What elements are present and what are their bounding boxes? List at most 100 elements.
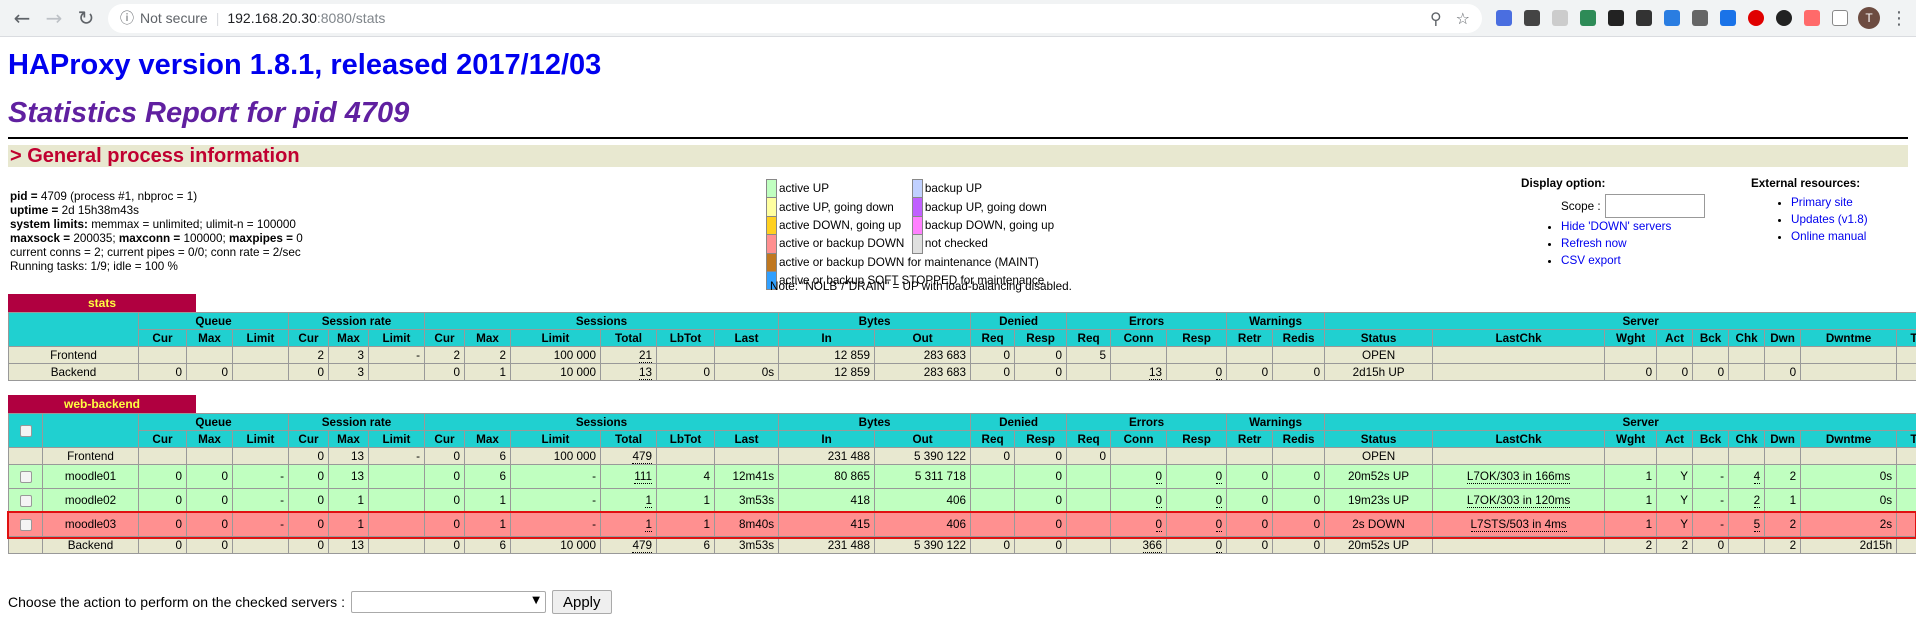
table-cell: 0	[1110, 512, 1168, 537]
proxy-row-name[interactable]: Frontend	[8, 346, 139, 364]
qr-icon[interactable]	[1608, 10, 1624, 26]
table-cell: 0	[1226, 536, 1274, 554]
primary-site-link[interactable]: Primary site	[1791, 196, 1853, 209]
table-cell: 10 000	[510, 536, 601, 554]
table-cell	[1066, 536, 1112, 554]
proxy-name-stats[interactable]: stats	[8, 294, 196, 312]
column-header: Max	[464, 430, 511, 448]
table-cell: 1	[328, 512, 369, 537]
menu-icon[interactable]: ⋮	[1890, 8, 1908, 29]
table-cell: 0	[1014, 488, 1068, 513]
table-cell: 0	[1692, 536, 1730, 554]
server-checkbox[interactable]	[19, 494, 32, 507]
hide-down-link[interactable]: Hide 'DOWN' servers	[1561, 220, 1671, 233]
column-header: Req	[970, 329, 1016, 347]
table-cell	[1166, 346, 1228, 364]
pid-label: pid =	[10, 190, 41, 203]
table-cell: 0	[186, 488, 233, 513]
reload-icon[interactable]: ↻	[72, 4, 100, 32]
table-cell: 0	[1014, 447, 1068, 465]
proxy-row-name[interactable]: Backend	[8, 363, 139, 381]
column-header: Wght	[1604, 329, 1658, 347]
proxy-row-name[interactable]: moodle03	[42, 512, 139, 537]
address-bar[interactable]: ⓘ Not secure | 192.168.20.30:8080/stats …	[108, 3, 1482, 33]
updates-link[interactable]: Updates (v1.8)	[1791, 213, 1868, 226]
external-resources: External resources: Primary site Updates…	[1751, 177, 1868, 245]
forward-icon[interactable]: →	[40, 4, 68, 32]
extension-icon[interactable]	[1496, 10, 1512, 26]
proxy-row-name[interactable]: moodle01	[42, 464, 139, 489]
back-icon[interactable]: ←	[8, 4, 36, 32]
info-icon[interactable]: ⓘ	[120, 8, 134, 28]
table-cell	[1272, 346, 1326, 364]
extension-icon[interactable]	[1580, 10, 1596, 26]
select-all-checkbox[interactable]	[19, 424, 32, 437]
table-cell: 20m52s UP	[1324, 536, 1434, 554]
maxsock-label: maxsock =	[10, 232, 74, 245]
avatar[interactable]: T	[1858, 7, 1880, 29]
column-header: Wght	[1604, 430, 1658, 448]
table-cell: 0	[1166, 488, 1228, 513]
manual-link[interactable]: Online manual	[1791, 230, 1866, 243]
refresh-link[interactable]: Refresh now	[1561, 237, 1627, 250]
table-cell: -	[510, 464, 601, 489]
table-cell: 0	[186, 512, 233, 537]
table-cell: 0	[424, 363, 465, 381]
server-checkbox[interactable]	[19, 470, 32, 483]
table-cell: 231 488	[778, 447, 876, 465]
action-row: Choose the action to perform on the chec…	[8, 590, 612, 614]
proxy-name-web-backend[interactable]: web-backend	[8, 395, 196, 413]
json-icon[interactable]	[1832, 10, 1848, 26]
translate-icon[interactable]	[1720, 10, 1736, 26]
table-cell: 0	[1166, 464, 1228, 489]
column-header: Thrtle	[1896, 329, 1916, 347]
checkbox-cell	[8, 447, 43, 465]
table-cell: 0	[138, 512, 187, 537]
table-cell: 0	[288, 536, 329, 554]
table-cell	[1604, 447, 1658, 465]
maxpipes-value: 0	[296, 232, 303, 245]
table-cell: 0	[186, 464, 233, 489]
proxy-row-name[interactable]: Backend	[42, 536, 139, 554]
column-header: Total	[600, 430, 657, 448]
legend-backup-up: backup UP	[924, 182, 983, 196]
proxy-row-name[interactable]: moodle02	[42, 488, 139, 513]
table-cell: 3	[328, 363, 369, 381]
maxconn-label: maxconn =	[118, 232, 184, 245]
table-cell: 1	[1604, 488, 1658, 513]
apply-button[interactable]: Apply	[551, 590, 612, 614]
column-header: Limit	[368, 430, 425, 448]
action-select[interactable]	[350, 591, 546, 613]
table-cell: 0	[1226, 488, 1274, 513]
table-cell	[1432, 346, 1606, 364]
table-cell: 0	[1692, 363, 1730, 381]
extension-icon[interactable]	[1748, 10, 1764, 26]
table-cell: 1	[1604, 512, 1658, 537]
column-group-header: Denied	[970, 312, 1068, 330]
server-checkbox[interactable]	[19, 518, 32, 531]
table-cell: 0	[970, 346, 1016, 364]
csv-export-link[interactable]: CSV export	[1561, 254, 1621, 267]
extension-icon[interactable]	[1524, 10, 1540, 26]
extension-icon[interactable]	[1692, 10, 1708, 26]
web-backend-table: Queue Session rate Sessions Bytes Denied Erro…	[8, 413, 1916, 554]
github-icon[interactable]	[1776, 10, 1792, 26]
table-cell: 479	[600, 447, 657, 465]
qr-icon[interactable]	[1636, 10, 1652, 26]
column-header: Max	[464, 329, 511, 347]
table-cell	[1692, 447, 1730, 465]
table-cell	[368, 363, 425, 381]
table-cell: 0	[424, 447, 465, 465]
zoom-icon[interactable]: ⚲	[1430, 9, 1442, 28]
scope-input[interactable]	[1604, 194, 1705, 218]
column-group-header: Queue	[138, 413, 289, 431]
legend-active-down-going-up: active DOWN, going up	[779, 218, 902, 232]
extension-icon[interactable]	[1804, 10, 1820, 26]
legend-not-checked: not checked	[924, 237, 988, 251]
table-cell: 3m53s	[713, 536, 780, 554]
extension-icon[interactable]	[1664, 10, 1680, 26]
bookmark-star-icon[interactable]: ☆	[1456, 9, 1470, 28]
extension-icon[interactable]	[1552, 10, 1568, 26]
table-cell	[970, 464, 1016, 489]
proxy-row-name[interactable]: Frontend	[42, 447, 139, 465]
